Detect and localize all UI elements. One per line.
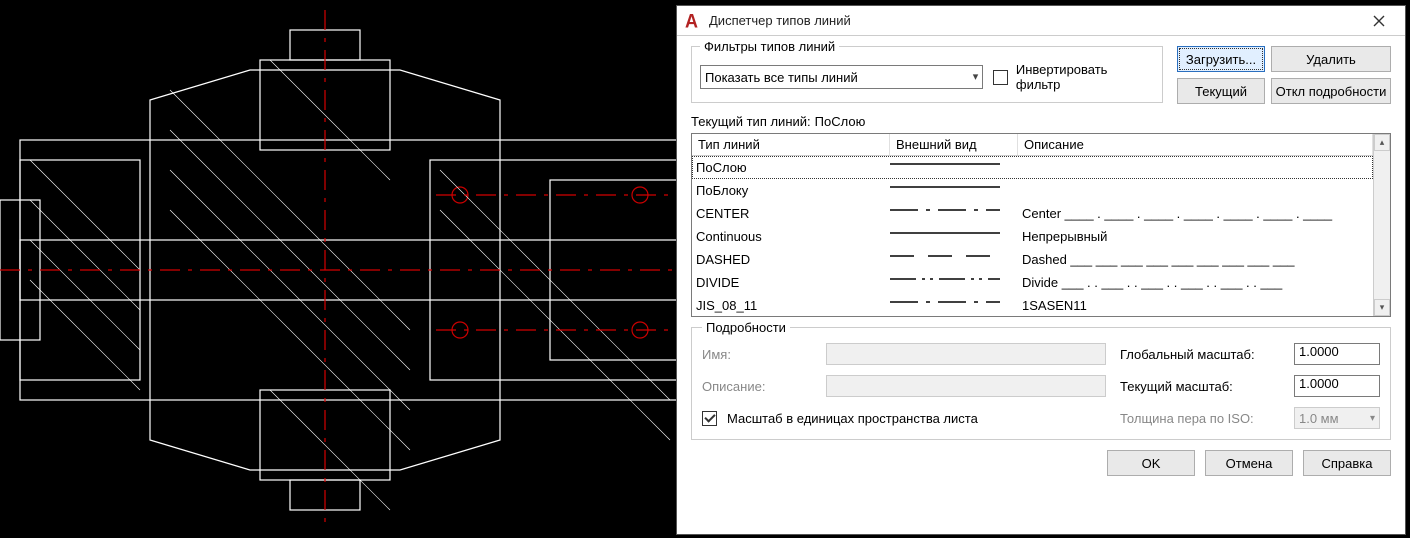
scroll-down-icon[interactable]: ▾ bbox=[1374, 299, 1390, 316]
th-type[interactable]: Тип линий bbox=[692, 134, 890, 155]
close-icon[interactable] bbox=[1359, 7, 1399, 35]
details-fieldset: Подробности Имя: Глобальный масштаб: 1.0… bbox=[691, 327, 1391, 440]
table-row[interactable]: ПоБлоку bbox=[692, 179, 1373, 202]
checkbox-icon bbox=[993, 70, 1008, 85]
iso-pen-combo: 1.0 мм ▾ bbox=[1294, 407, 1380, 429]
row-name: DASHED bbox=[692, 252, 890, 267]
row-name: ПоСлою bbox=[692, 160, 890, 175]
chevron-down-icon: ▾ bbox=[973, 70, 979, 83]
load-button[interactable]: Загрузить... bbox=[1177, 46, 1265, 72]
row-description: Непрерывный bbox=[1018, 229, 1373, 244]
filter-select[interactable]: Показать все типы линий ▾ bbox=[700, 65, 983, 89]
details-off-button[interactable]: Откл подробности bbox=[1271, 78, 1391, 104]
table-row[interactable]: CENTER Center ____ . ____ . ____ . ____ .… bbox=[692, 202, 1373, 225]
table-row[interactable]: DASHED Dashed ___ ___ ___ ___ ___ ___ ___… bbox=[692, 248, 1373, 271]
row-appearance bbox=[890, 250, 1018, 270]
scroll-track[interactable] bbox=[1374, 151, 1390, 299]
row-description: Center ____ . ____ . ____ . ____ . ____ … bbox=[1018, 206, 1373, 221]
row-appearance bbox=[890, 273, 1018, 293]
row-name: DIVIDE bbox=[692, 275, 890, 290]
table-header: Тип линий Внешний вид Описание bbox=[692, 134, 1373, 156]
row-appearance bbox=[890, 296, 1018, 316]
iso-pen-label: Толщина пера по ISO: bbox=[1120, 411, 1280, 426]
linetype-table: Тип линий Внешний вид Описание ПоСлою ПоБ… bbox=[691, 133, 1391, 317]
dialog-title: Диспетчер типов линий bbox=[709, 13, 1359, 28]
row-name: CENTER bbox=[692, 206, 890, 221]
filter-select-value: Показать все типы линий bbox=[705, 70, 858, 85]
current-scale-label: Текущий масштаб: bbox=[1120, 379, 1280, 394]
cancel-button[interactable]: Отмена bbox=[1205, 450, 1293, 476]
row-name: ПоБлоку bbox=[692, 183, 890, 198]
row-name: JIS_08_11 bbox=[692, 298, 890, 313]
name-input bbox=[826, 343, 1106, 365]
table-row[interactable]: JIS_08_11 1SASEN11 bbox=[692, 294, 1373, 316]
global-scale-input[interactable]: 1.0000 bbox=[1294, 343, 1380, 365]
footer-buttons: OK Отмена Справка bbox=[691, 440, 1391, 476]
th-description[interactable]: Описание bbox=[1018, 134, 1373, 155]
row-appearance bbox=[890, 204, 1018, 224]
filters-fieldset: Фильтры типов линий Показать все типы ли… bbox=[691, 46, 1163, 103]
row-description: Divide ___ . . ___ . . ___ . . ___ . . _… bbox=[1018, 275, 1373, 290]
titlebar: A Диспетчер типов линий bbox=[677, 6, 1405, 36]
description-input bbox=[826, 375, 1106, 397]
linetype-manager-dialog: A Диспетчер типов линий Фильтры типов ли… bbox=[676, 5, 1406, 535]
row-name: Continuous bbox=[692, 229, 890, 244]
row-appearance bbox=[890, 158, 1018, 178]
current-linetype-label-row: Текущий тип линий: ПоСлою bbox=[691, 114, 1391, 129]
row-description: 1SASEN11 bbox=[1018, 298, 1373, 313]
paperspace-scale-checkbox[interactable]: Масштаб в единицах пространства листа bbox=[702, 411, 978, 426]
global-scale-label: Глобальный масштаб: bbox=[1120, 347, 1280, 362]
chevron-down-icon: ▾ bbox=[1370, 413, 1375, 424]
current-scale-input[interactable]: 1.0000 bbox=[1294, 375, 1380, 397]
autocad-icon: A bbox=[685, 13, 699, 29]
current-button[interactable]: Текущий bbox=[1177, 78, 1265, 104]
details-legend: Подробности bbox=[702, 320, 790, 335]
row-appearance bbox=[890, 181, 1018, 201]
scroll-up-icon[interactable]: ▴ bbox=[1374, 134, 1390, 151]
vertical-scrollbar[interactable]: ▴ ▾ bbox=[1373, 134, 1390, 316]
table-row[interactable]: DIVIDE Divide ___ . . ___ . . ___ . . ___… bbox=[692, 271, 1373, 294]
name-label: Имя: bbox=[702, 347, 812, 362]
ok-button[interactable]: OK bbox=[1107, 450, 1195, 476]
delete-button[interactable]: Удалить bbox=[1271, 46, 1391, 72]
table-row[interactable]: Continuous Непрерывный bbox=[692, 225, 1373, 248]
help-button[interactable]: Справка bbox=[1303, 450, 1391, 476]
checkbox-icon bbox=[702, 411, 717, 426]
row-appearance bbox=[890, 227, 1018, 247]
description-label: Описание: bbox=[702, 379, 812, 394]
table-row[interactable]: ПоСлою bbox=[692, 156, 1373, 179]
th-appearance[interactable]: Внешний вид bbox=[890, 134, 1018, 155]
invert-filter-checkbox[interactable]: Инвертировать фильтр bbox=[993, 62, 1152, 92]
row-description: Dashed ___ ___ ___ ___ ___ ___ ___ ___ _… bbox=[1018, 252, 1373, 267]
filters-legend: Фильтры типов линий bbox=[700, 39, 839, 54]
